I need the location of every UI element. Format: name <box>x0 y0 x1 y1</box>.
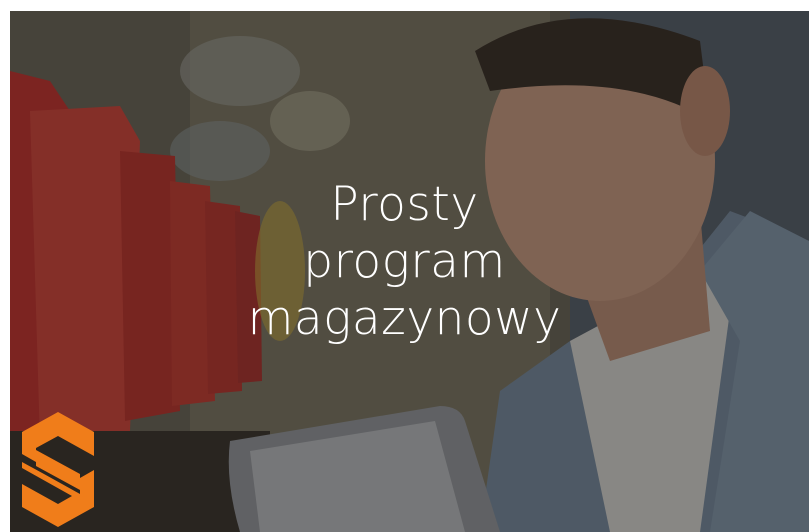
hero-banner: Prosty program magazynowy <box>0 0 809 532</box>
headline-line-2: program <box>303 234 506 289</box>
headline-line-3: magazynowy <box>247 291 562 346</box>
orange-s-logo-icon[interactable] <box>22 412 94 527</box>
headline-line-1: Prosty <box>330 177 479 232</box>
hero-headline: Prosty program magazynowy <box>0 176 809 347</box>
